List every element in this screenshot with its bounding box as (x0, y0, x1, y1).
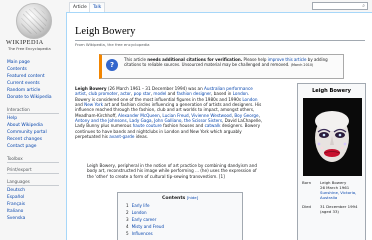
languages-heading: Languages (7, 179, 30, 184)
toc-number: 2 (126, 210, 129, 215)
toc-heading: Contents (161, 196, 186, 201)
quote-block: Leigh Bowery, peripheral in the notion o… (87, 163, 257, 179)
text: ideas. (134, 134, 149, 140)
link-antony-johnsons[interactable]: Antony and the Johnsons (75, 118, 127, 123)
toc-item[interactable]: 1 Early life (126, 203, 149, 208)
text: fashion houses and (161, 123, 205, 129)
tab-article[interactable]: Article (69, 2, 91, 12)
portrait-illustration (303, 98, 362, 176)
toc-item[interactable]: 5 Influences (126, 231, 153, 236)
link-model[interactable]: model (153, 91, 166, 96)
link-scissor-sisters[interactable]: the Scissor Sisters (184, 118, 222, 123)
search-input[interactable]: ⌕ (312, 2, 368, 10)
text: and (166, 91, 177, 97)
toc-hide-toggle[interactable]: [hide] (187, 195, 198, 200)
nav-community-portal[interactable]: Community portal (7, 130, 47, 135)
toc-label[interactable]: Early life (132, 203, 150, 208)
text: and (75, 102, 85, 108)
wikipedia-globe-logo[interactable] (16, 3, 52, 39)
sidebar: WIKIPEDIA The Free Encyclopedia Main pag… (0, 0, 66, 240)
infobox-title: Leigh Bowery (312, 88, 351, 94)
nav-current-events[interactable]: Current events (7, 81, 40, 86)
nav-random-article[interactable]: Random article (7, 88, 40, 93)
toc-heading-row: Contents [hide] (118, 195, 242, 201)
link-catwalk[interactable]: catwalk (205, 123, 221, 128)
title-divider (75, 40, 365, 41)
article-subject-name: Leigh Bowery (75, 86, 107, 91)
toc-label[interactable]: London (132, 210, 147, 215)
link-london[interactable]: London (242, 97, 257, 102)
print-export-heading[interactable]: Print/export (7, 167, 32, 172)
link-new-york[interactable]: New York (84, 102, 103, 107)
nav-contact-page[interactable]: Contact page (7, 144, 36, 149)
nav-main-page[interactable]: Main page (7, 60, 30, 65)
lang-deutsch[interactable]: Deutsch (7, 188, 25, 193)
link-alexander-mcqueen[interactable]: Alexander McQueen (118, 113, 160, 118)
notice-text: This article needs additional citations … (124, 57, 341, 68)
link-actor[interactable]: actor (120, 91, 131, 96)
died-label: Died (302, 204, 311, 209)
nav-contents[interactable]: Contents (7, 67, 27, 72)
toc-number: 5 (126, 231, 129, 236)
page-tabs: Article Talk ⌕ (65, 0, 372, 12)
info-icon: ? (106, 59, 118, 71)
search-icon[interactable]: ⌕ (362, 3, 365, 9)
text: (26 March 1961 – 31 December 1994) was a… (106, 86, 205, 91)
lang-italiano[interactable]: Italiano (7, 209, 23, 214)
toc-label[interactable]: Influences (132, 231, 153, 236)
sidebar-divider (7, 162, 59, 163)
toolbox-heading[interactable]: Toolbox (7, 156, 23, 161)
nav-about-wikipedia[interactable]: About Wikipedia (7, 123, 43, 128)
text: , (258, 112, 260, 118)
sidebar-divider (7, 113, 59, 114)
sidebar-divider (7, 185, 59, 186)
nav-donate[interactable]: Donate to Wikipedia (7, 95, 52, 100)
link-fashion-designer[interactable]: fashion designer (177, 91, 211, 96)
wikipedia-wordmark: WIKIPEDIA (6, 39, 44, 46)
link-vivienne-westwood[interactable]: Vivienne Westwood (191, 113, 231, 118)
text: , based in (211, 91, 233, 97)
nav-recent-changes[interactable]: Recent changes (7, 137, 42, 142)
link-boy-george[interactable]: Boy George (234, 113, 258, 118)
article-content: Leigh Bowery From Wikipedia, the free en… (66, 12, 372, 240)
toc-label[interactable]: Misty and Freud (132, 224, 165, 229)
portrait-photo[interactable] (303, 98, 362, 176)
notice-date: (March 2010) (290, 63, 314, 68)
link-club-promoter[interactable]: club promoter (88, 91, 117, 96)
link-john-galliano[interactable]: John Galliano (154, 118, 181, 123)
lang-francais[interactable]: Français (7, 202, 25, 207)
link-london[interactable]: London (233, 91, 248, 96)
wikipedia-tagline: The Free Encyclopedia (8, 46, 51, 51)
tab-talk[interactable]: Talk (89, 2, 106, 12)
born-label: Born (302, 180, 312, 185)
born-country-link[interactable]: Australia (320, 195, 337, 200)
toc-number: 3 (126, 217, 129, 222)
born-country: Australia (320, 195, 337, 200)
link-pop-star[interactable]: pop star (134, 91, 151, 96)
lang-svenska[interactable]: Svenska (7, 216, 25, 221)
link-lucian-freud[interactable]: Lucian Freud (162, 113, 188, 118)
toc-item[interactable]: 3 Early career (126, 217, 156, 222)
link-avant-garde[interactable]: avant-garde (109, 134, 134, 139)
toc-item[interactable]: 4 Misty and Freud (126, 224, 164, 229)
link-lady-gaga[interactable]: Lady Gaga (129, 118, 151, 123)
intro-paragraph: Leigh Bowery (26 March 1961 – 31 Decembe… (75, 86, 265, 139)
lang-espanol[interactable]: Español (7, 195, 24, 200)
toc-label[interactable]: Early career (132, 217, 157, 222)
citation-needed-notice: ? This article needs additional citation… (99, 54, 344, 79)
link-haute-couture[interactable]: haute couture (133, 123, 162, 128)
nav-featured-content[interactable]: Featured content (7, 74, 45, 79)
interaction-heading[interactable]: Interaction (7, 107, 30, 112)
from-wikipedia-line: From Wikipedia, the free encyclopedia (75, 42, 150, 47)
page-title: Leigh Bowery (75, 26, 136, 37)
died-age: (aged 33) (320, 209, 339, 214)
nav-help[interactable]: Help (7, 116, 17, 121)
toc-number: 4 (126, 224, 129, 229)
infobox: Leigh Bowery Born Leigh Bowery 26 March … (297, 83, 366, 240)
toc-item[interactable]: 2 London (126, 210, 147, 215)
sidebar-divider (7, 173, 59, 174)
toc-number: 1 (126, 203, 129, 208)
table-of-contents: Contents [hide] 1 Early life 2 London 3 Ear… (117, 192, 243, 240)
